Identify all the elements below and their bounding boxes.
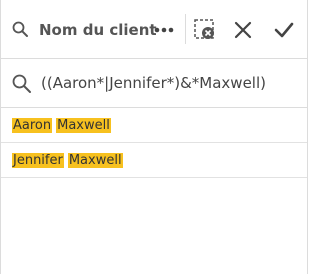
search-icon[interactable] [11, 20, 31, 40]
list-item[interactable]: Aaron Maxwell [1, 108, 307, 143]
confirm-button[interactable] [272, 19, 296, 41]
list-item-label: Aaron Maxwell [12, 116, 111, 135]
clear-selections-icon [194, 19, 214, 39]
listbox-header: Nom du client [1, 0, 307, 58]
cancel-button[interactable] [232, 19, 254, 41]
header-divider [185, 14, 186, 44]
listbox-panel: Nom du client ((Aaron*|Jennifer*)&*Maxwe… [0, 0, 308, 274]
highlighted-match: Maxwell [56, 118, 111, 133]
more-options-icon [154, 27, 174, 33]
search-input[interactable] [41, 69, 301, 97]
search-row [1, 58, 307, 108]
highlighted-match: Maxwell [67, 153, 123, 168]
field-title: Nom du client [39, 21, 157, 39]
list-item[interactable]: Jennifer Maxwell [1, 143, 307, 178]
result-list: Aaron Maxwell Jennifer Maxwell [1, 108, 307, 178]
search-icon [11, 73, 33, 95]
more-options-button[interactable] [151, 18, 179, 42]
close-icon [234, 21, 252, 39]
checkmark-icon [274, 22, 294, 38]
list-item-label: Jennifer Maxwell [12, 151, 123, 170]
clear-selections-button[interactable] [193, 18, 217, 42]
highlighted-match: Aaron [12, 118, 53, 133]
highlighted-match: Jennifer [12, 153, 64, 168]
